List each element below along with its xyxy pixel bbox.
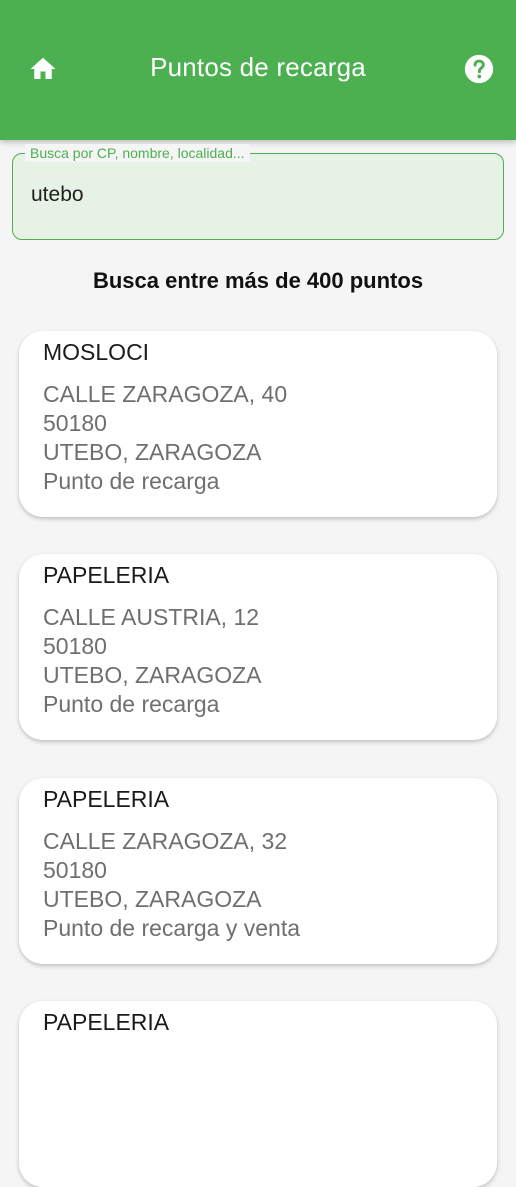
result-postal-code: 50180 (43, 857, 107, 883)
result-city: UTEBO, ZARAGOZA (43, 662, 262, 688)
search-field[interactable]: Busca por CP, nombre, localidad... (12, 144, 504, 240)
result-type: Punto de recarga y venta (43, 915, 300, 941)
help-circle-icon[interactable] (462, 52, 496, 86)
result-type: Punto de recarga (43, 691, 220, 717)
result-card[interactable]: PAPELERIA (19, 1001, 497, 1187)
result-city: UTEBO, ZARAGOZA (43, 439, 262, 465)
result-street: CALLE AUSTRIA, 12 (43, 604, 260, 630)
result-postal-code: 50180 (43, 410, 107, 436)
result-type: Punto de recarga (43, 468, 220, 494)
result-city: UTEBO, ZARAGOZA (43, 886, 262, 912)
result-card[interactable]: MOSLOCI CALLE ZARAGOZA, 40 50180 UTEBO, … (19, 331, 497, 517)
results-heading: Busca entre más de 400 puntos (92, 268, 424, 293)
result-name: MOSLOCI (43, 339, 150, 365)
result-card[interactable]: PAPELERIA CALLE ZARAGOZA, 32 50180 UTEBO… (19, 778, 497, 964)
result-street: CALLE ZARAGOZA, 32 (43, 828, 288, 854)
result-card[interactable]: PAPELERIA CALLE AUSTRIA, 12 50180 UTEBO,… (19, 554, 497, 740)
result-name: PAPELERIA (43, 786, 170, 812)
result-street: CALLE ZARAGOZA, 40 (43, 381, 288, 407)
app-bar: Puntos de recarga (0, 0, 516, 140)
result-name: PAPELERIA (43, 1009, 170, 1035)
result-name: PAPELERIA (43, 562, 170, 588)
search-label: Busca por CP, nombre, localidad... (25, 144, 250, 162)
page-title: Puntos de recarga (150, 52, 366, 82)
search-input[interactable] (31, 180, 471, 210)
result-postal-code: 50180 (43, 633, 107, 659)
